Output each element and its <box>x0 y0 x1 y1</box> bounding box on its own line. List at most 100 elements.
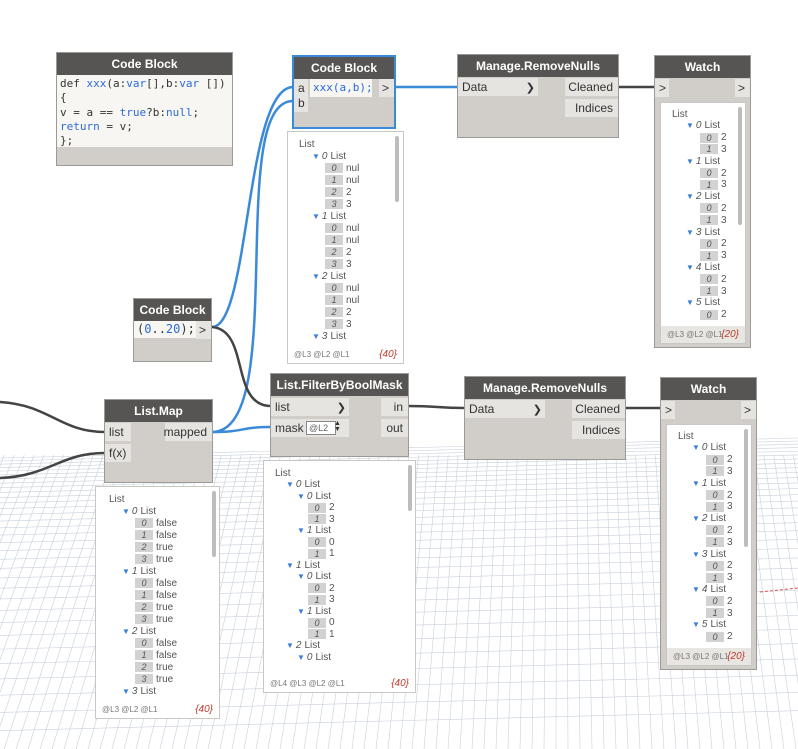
list-levels[interactable]: @L3 @L2 @L1 <box>102 705 158 714</box>
node-title[interactable]: Code Block <box>134 299 211 321</box>
input-port-list[interactable]: list <box>105 423 131 441</box>
item-value: 2 <box>329 582 335 594</box>
expand-triangle-icon[interactable]: ▼ <box>122 627 130 636</box>
expand-triangle-icon[interactable]: ▼ <box>297 607 305 616</box>
preview-scrollbar[interactable] <box>744 429 748 547</box>
code-block-call-preview[interactable]: List ▼ 0 List 0 nul 1 nul 2 2 3 3 ▼ 1 List 0 nul 1 nul 2 2 3 3… <box>287 131 404 364</box>
code-line-3[interactable]: v = a == true?b:null; <box>60 106 199 121</box>
expand-triangle-icon[interactable]: ▼ <box>312 332 320 341</box>
expand-triangle-icon[interactable]: ▼ <box>122 567 130 576</box>
expand-triangle-icon[interactable]: ▼ <box>297 572 305 581</box>
expand-triangle-icon[interactable]: ▼ <box>312 152 320 161</box>
watch-bottom-preview[interactable]: List ▼ 0 List 0 2 1 3 ▼ 1 List 0 2 1 3 ▼ 2 List 0 2 1 3 ▼ 3 List… <box>666 424 752 666</box>
output-port-indices[interactable]: Indices <box>565 99 618 117</box>
level-stepper-icon[interactable]: ▲ ▼ <box>334 420 341 433</box>
watch-bottom-node[interactable]: Watch > > List ▼ 0 List 0 2 1 3 ▼ 1 List 0 2 1 3 ▼ 2 List… <box>661 378 756 669</box>
code-block-def-node[interactable]: Code Block def xxx(a:var[],b:var []) { v… <box>57 53 232 165</box>
list-levels[interactable]: @L3 @L2 @L1 <box>667 330 723 339</box>
expand-triangle-icon[interactable]: ▼ <box>692 620 700 629</box>
expand-triangle-icon[interactable]: ▼ <box>692 514 700 523</box>
node-title[interactable]: List.Map <box>105 400 212 422</box>
code-text[interactable]: xxx(a,b); <box>313 81 373 96</box>
list-levels[interactable]: @L3 @L2 @L1 <box>294 350 350 359</box>
item-value: List <box>710 619 727 631</box>
list-map-node[interactable]: List.Map list f(x) mapped <box>105 400 212 482</box>
node-title[interactable]: Manage.RemoveNulls <box>458 55 618 77</box>
preview-scrollbar[interactable] <box>395 136 399 202</box>
expand-triangle-icon[interactable]: ▼ <box>312 212 320 221</box>
remove-nulls-top-node[interactable]: Manage.RemoveNulls Data ❯ Cleaned Indices <box>458 55 618 137</box>
expand-triangle-icon[interactable]: ▼ <box>312 272 320 281</box>
input-port[interactable]: > <box>661 401 675 419</box>
expand-triangle-icon[interactable]: ▼ <box>686 157 694 166</box>
watch-top-node[interactable]: Watch > > List ▼ 0 List 0 2 1 3 ▼ 1 List 0 2 1 3 ▼ 2 List… <box>655 56 750 347</box>
output-port-out[interactable]: out <box>381 419 408 437</box>
input-port-b[interactable]: b <box>294 94 308 112</box>
code-text[interactable]: (0..20); <box>137 322 195 337</box>
node-title[interactable]: Code Block <box>57 53 232 75</box>
output-port-in[interactable]: in <box>381 398 408 416</box>
expand-triangle-icon[interactable]: ▼ <box>297 526 305 535</box>
node-title[interactable]: List.FilterByBoolMask <box>271 374 408 396</box>
list-map-preview[interactable]: List ▼ 0 List 0 false 1 false 2 true 3 true ▼ 1 List 0 f… <box>95 486 220 719</box>
expand-triangle-icon[interactable]: ▼ <box>686 192 694 201</box>
input-port-data[interactable]: Data ❯ <box>465 400 545 418</box>
tree-leaf-row: 02 <box>706 560 733 572</box>
output-port-cleaned[interactable]: Cleaned <box>572 400 625 418</box>
node-title[interactable]: Watch <box>655 56 750 78</box>
expand-triangle-icon[interactable]: ▼ <box>286 561 294 570</box>
expand-triangle-icon[interactable]: ▼ <box>122 507 130 516</box>
list-levels[interactable]: @L4 @L3 @L2 @L1 <box>270 679 345 688</box>
list-index: 3 <box>695 226 702 238</box>
node-title[interactable]: Code Block <box>294 57 394 79</box>
input-port-list[interactable]: list ❯ <box>271 398 349 416</box>
expand-triangle-icon[interactable]: ▼ <box>686 121 694 130</box>
expand-triangle-icon[interactable]: ▼ <box>686 298 694 307</box>
input-port-fx[interactable]: f(x) <box>105 444 131 462</box>
expand-triangle-icon[interactable]: ▼ <box>286 480 294 489</box>
expand-triangle-icon[interactable]: ▼ <box>297 653 305 662</box>
expand-triangle-icon[interactable]: ▼ <box>692 550 700 559</box>
item-value: true <box>156 601 174 613</box>
preview-scrollbar[interactable] <box>408 465 412 511</box>
output-port-indices[interactable]: Indices <box>572 421 625 439</box>
expand-triangle-icon[interactable]: ▼ <box>686 228 694 237</box>
output-port-mapped[interactable]: mapped <box>164 423 212 441</box>
expand-triangle-icon[interactable]: ▼ <box>122 687 130 696</box>
output-port[interactable]: > <box>379 79 394 97</box>
code-line-5[interactable]: }; <box>60 134 73 149</box>
input-port-data[interactable]: Data ❯ <box>458 78 538 96</box>
expand-triangle-icon[interactable]: ▼ <box>692 479 700 488</box>
item-value: 1 <box>329 548 335 559</box>
remove-nulls-bottom-node[interactable]: Manage.RemoveNulls Data ❯ Cleaned Indices <box>465 377 625 459</box>
output-port[interactable]: > <box>735 79 750 97</box>
list-level-input[interactable]: @L2 <box>306 421 336 435</box>
expand-triangle-icon[interactable]: ▼ <box>686 263 694 272</box>
expand-triangle-icon[interactable]: ▼ <box>692 443 700 452</box>
expand-triangle-icon[interactable]: ▼ <box>297 492 305 501</box>
code-line-2[interactable]: { <box>60 91 67 106</box>
expand-triangle-icon[interactable]: ▼ <box>692 585 700 594</box>
tree-list-row: ▼ 0 List <box>686 120 720 132</box>
expand-triangle-icon[interactable]: ▼ <box>286 641 294 650</box>
code-block-range-node[interactable]: Code Block (0..20); > <box>134 299 211 361</box>
preview-scrollbar[interactable] <box>738 107 742 225</box>
output-port[interactable]: > <box>741 401 756 419</box>
code-line-1[interactable]: def xxx(a:var[],b:var []) <box>60 77 226 92</box>
output-port[interactable]: > <box>196 321 211 339</box>
code-line-4[interactable]: return = v; <box>60 120 133 135</box>
output-port-cleaned[interactable]: Cleaned <box>565 78 618 96</box>
node-title[interactable]: Watch <box>661 378 756 400</box>
item-value: List <box>330 270 347 282</box>
filter-by-bool-mask-node[interactable]: List.FilterByBoolMask list ❯ mask @L2 ▲ ▼ … <box>271 374 408 456</box>
code-block-call-node[interactable]: Code Block a b xxx(a,b); > <box>294 57 394 127</box>
item-index: 0 <box>308 502 326 513</box>
item-value: List <box>704 155 721 167</box>
list-levels[interactable]: @L3 @L2 @L1 <box>673 652 729 661</box>
filter-preview[interactable]: List ▼ 0 List ▼ 0 List 0 2 1 3 ▼ 1 List 0 0 1 1 ▼ 1 List ▼ 0 Li… <box>263 460 416 693</box>
input-port[interactable]: > <box>655 79 669 97</box>
preview-scrollbar[interactable] <box>212 491 216 557</box>
node-title[interactable]: Manage.RemoveNulls <box>465 377 625 399</box>
list-index: 1 <box>295 559 302 571</box>
watch-top-preview[interactable]: List ▼ 0 List 0 2 1 3 ▼ 1 List 0 2 1 3 ▼ 2 List 0 2 1 3 ▼ 3 List… <box>660 102 746 344</box>
